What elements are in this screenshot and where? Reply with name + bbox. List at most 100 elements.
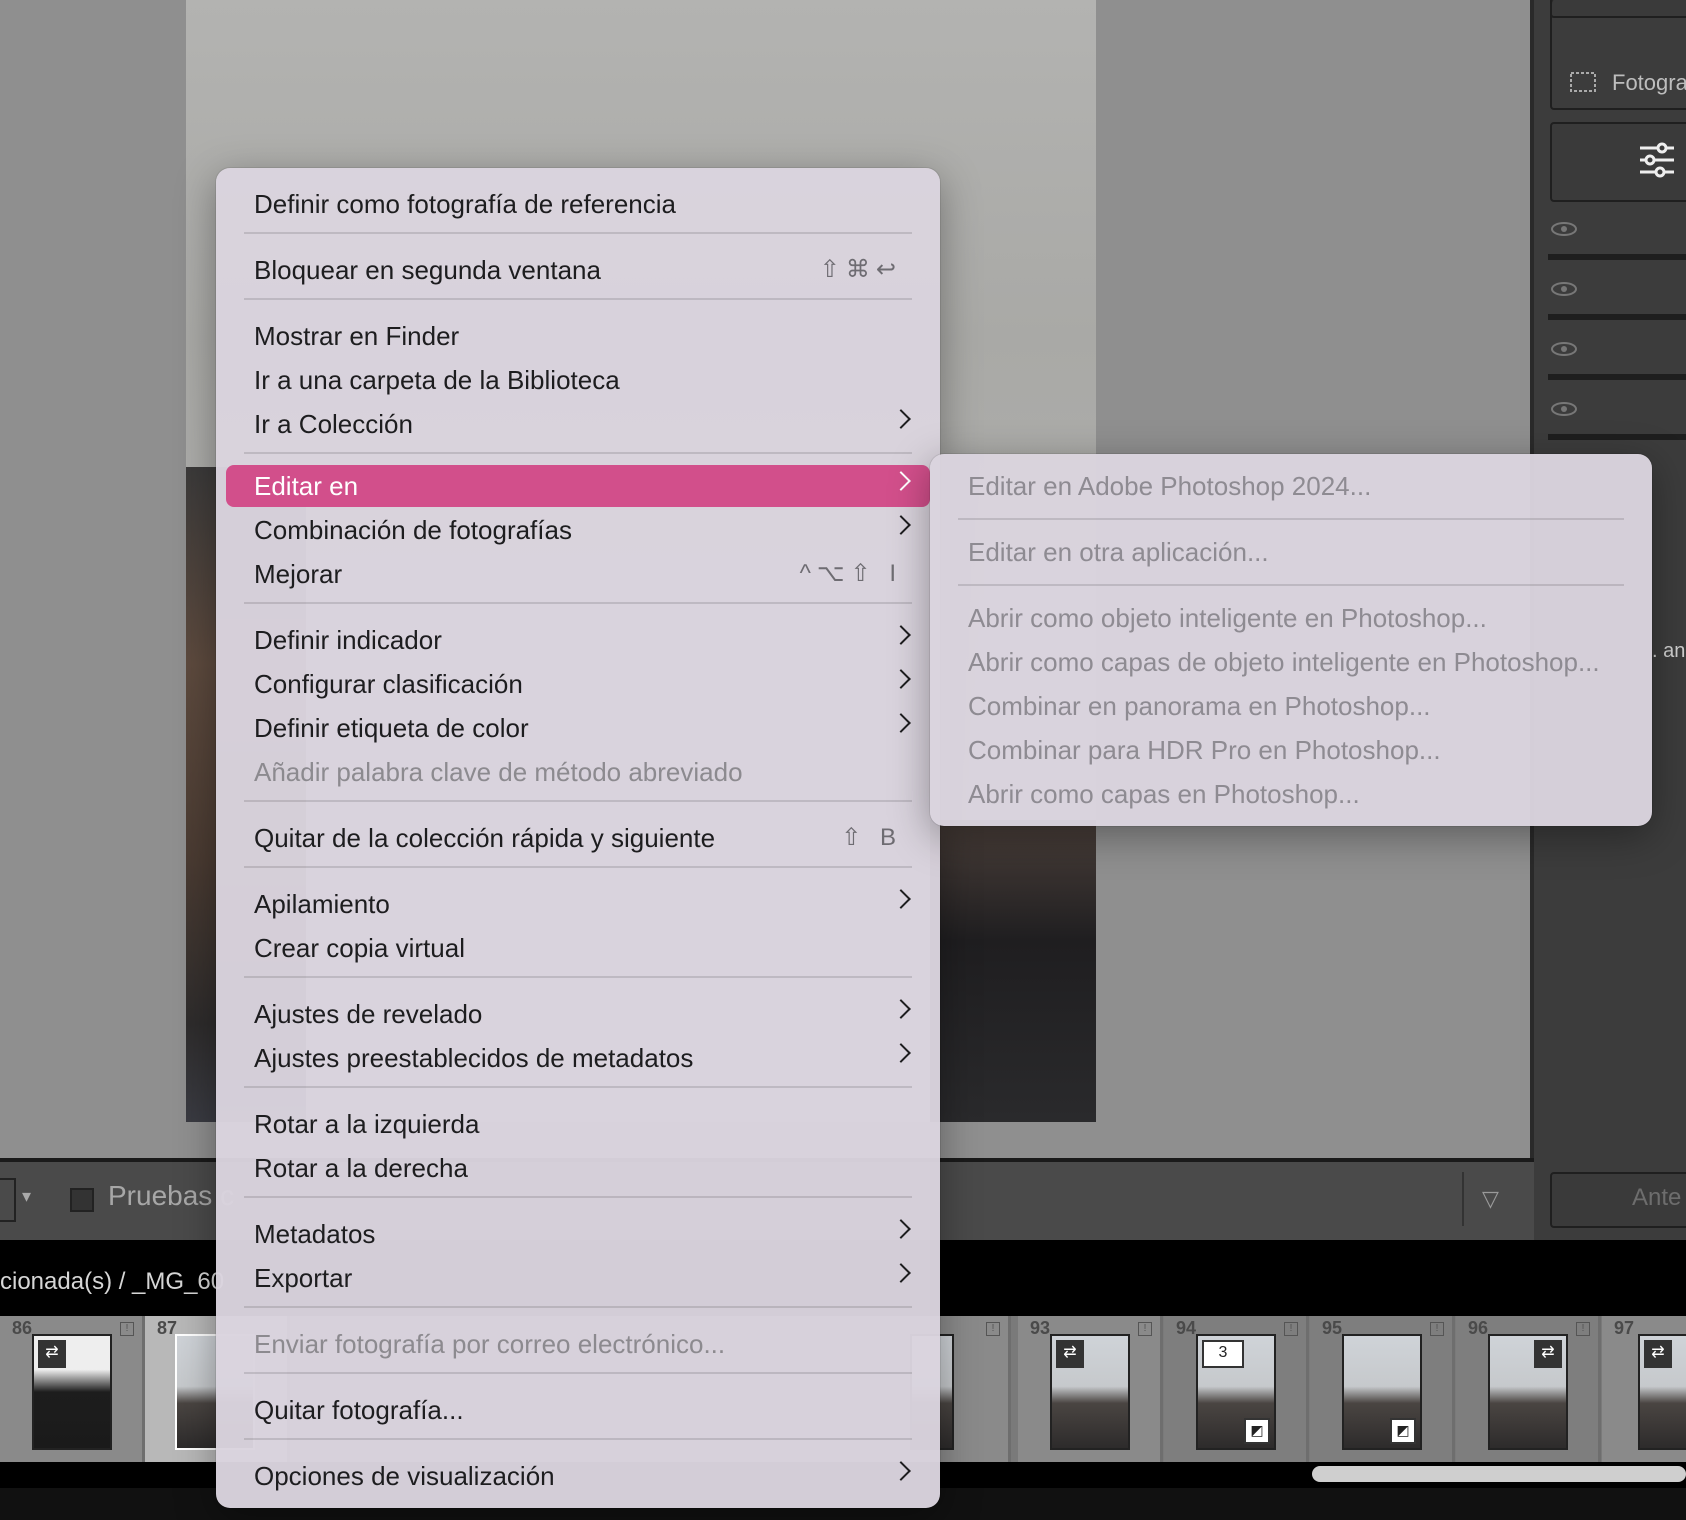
filmstrip-cell[interactable]: 86 ! ⇄ [0, 1316, 145, 1462]
flag-icon: ! [1430, 1322, 1444, 1336]
chevron-right-icon [891, 999, 911, 1019]
menu-item-label: Abrir como capas de objeto inteligente e… [968, 647, 1600, 677]
menu-item-go-to-folder[interactable]: Ir a una carpeta de la Biblioteca [226, 359, 930, 401]
eye-icon[interactable] [1550, 402, 1578, 416]
filmstrip-cell[interactable]: 93 ! ⇄ [1018, 1316, 1163, 1462]
flag-icon: ! [1576, 1322, 1590, 1336]
menu-item-photo-merge[interactable]: Combinación de fotografías [226, 509, 930, 551]
menu-item-metadata[interactable]: Metadatos [226, 1213, 930, 1255]
menu-item-rotate-left[interactable]: Rotar a la izquierda [226, 1103, 930, 1145]
thumbnail[interactable]: ⇄ [1638, 1334, 1686, 1450]
menu-separator [244, 602, 912, 604]
panel-before-button[interactable]: Ante [1550, 1172, 1686, 1228]
filmstrip-cell[interactable]: 96 ! ⇄ [1456, 1316, 1601, 1462]
menu-separator [244, 1306, 912, 1308]
menu-item-set-reference[interactable]: Definir como fotografía de referencia [226, 183, 930, 225]
menu-item-stacking[interactable]: Apilamiento [226, 883, 930, 925]
sliders-icon[interactable] [1638, 140, 1676, 180]
menu-item-label: Combinar para HDR Pro en Photoshop... [968, 735, 1441, 765]
menu-item-metadata-presets[interactable]: Ajustes preestablecidos de metadatos [226, 1037, 930, 1079]
chevron-right-icon [891, 515, 911, 535]
panel-section-photo: Fotografía [1550, 0, 1686, 110]
menu-item-label: Metadatos [254, 1219, 376, 1249]
menu-item-label: Mejorar [254, 559, 343, 589]
filmstrip-path[interactable]: cionada(s) / _MG_60 [0, 1268, 224, 1296]
menu-item-show-in-finder[interactable]: Mostrar en Finder [226, 315, 930, 357]
panel-adjust-box[interactable] [1550, 122, 1686, 202]
thumbnail[interactable]: ⇄ [1488, 1334, 1568, 1450]
submenu-item-smart-object: Abrir como objeto inteligente en Photosh… [940, 597, 1642, 639]
menu-item-label: Apilamiento [254, 889, 390, 919]
toolbar-divider [1462, 1172, 1464, 1226]
menu-item-label: Editar en [254, 471, 359, 501]
menu-separator [244, 800, 912, 802]
chevron-right-icon [891, 669, 911, 689]
menu-item-virtual-copy[interactable]: Crear copia virtual [226, 927, 930, 969]
view-mode-button[interactable] [0, 1178, 16, 1222]
menu-item-label: Ajustes preestablecidos de metadatos [254, 1043, 694, 1073]
submenu-item-edit-other-app: Editar en otra aplicación... [940, 531, 1642, 573]
filmstrip-cell[interactable]: 95 ! ◩ [1310, 1316, 1455, 1462]
menu-item-set-color-label[interactable]: Definir etiqueta de color [226, 707, 930, 749]
menu-separator [244, 866, 912, 868]
chevron-right-icon [891, 1461, 911, 1481]
menu-separator [244, 452, 912, 454]
menu-item-lock-second-window[interactable]: Bloquear en segunda ventana ⇧⌘↩ [226, 249, 930, 291]
menu-item-enhance[interactable]: Mejorar ^⌥⇧ I [226, 553, 930, 595]
menu-separator [958, 584, 1624, 586]
menu-item-export[interactable]: Exportar [226, 1257, 930, 1299]
context-menu: Definir como fotografía de referencia Bl… [216, 168, 940, 1508]
menu-item-label: Mostrar en Finder [254, 321, 460, 351]
swap-icon: ⇄ [1056, 1340, 1084, 1368]
submenu-item-open-as-layers: Abrir como capas en Photoshop... [940, 773, 1642, 815]
menu-item-label: Rotar a la derecha [254, 1153, 468, 1183]
menu-item-go-to-collection[interactable]: Ir a Colección [226, 403, 930, 445]
thumbnail[interactable]: ⇄ [1050, 1334, 1130, 1450]
eye-icon[interactable] [1550, 282, 1578, 296]
stack-count-badge: 3 [1202, 1340, 1244, 1368]
scrollbar-thumb[interactable] [1312, 1466, 1686, 1482]
submenu-item-panorama: Combinar en panorama en Photoshop... [940, 685, 1642, 727]
cell-number: 95 [1322, 1318, 1343, 1338]
eye-icon[interactable] [1550, 342, 1578, 356]
soft-proof-checkbox[interactable] [70, 1188, 94, 1212]
menu-item-develop-settings[interactable]: Ajustes de revelado [226, 993, 930, 1035]
chevron-down-icon[interactable]: ▾ [22, 1186, 31, 1207]
chevron-right-icon [891, 889, 911, 909]
menu-item-label: Editar en otra aplicación... [968, 537, 1269, 567]
menu-item-view-options[interactable]: Opciones de visualización [226, 1455, 930, 1497]
panel-photo-label: Fotografía [1612, 70, 1686, 95]
menu-item-set-flag[interactable]: Definir indicador [226, 619, 930, 661]
panel-partial-text: . an [1652, 640, 1686, 662]
menu-item-label: Exportar [254, 1263, 353, 1293]
thumbnail[interactable]: ⇄ [32, 1334, 112, 1450]
menu-separator [244, 298, 912, 300]
swap-icon: ⇄ [1644, 1340, 1672, 1368]
chevron-right-icon [891, 409, 911, 429]
menu-item-shortcut: ⇧⌘↩ [819, 256, 902, 283]
thumbnail[interactable]: ◩ [1342, 1334, 1422, 1450]
menu-item-label: Definir etiqueta de color [254, 713, 529, 743]
toolbar-menu-icon[interactable]: ▽ [1482, 1186, 1499, 1212]
menu-item-label: Rotar a la izquierda [254, 1109, 480, 1139]
menu-item-label: Bloquear en segunda ventana [254, 255, 601, 285]
thumbnail[interactable]: 3 ◩ [1196, 1334, 1276, 1450]
chevron-right-icon [891, 625, 911, 645]
flag-icon: ! [1284, 1322, 1298, 1336]
menu-item-rotate-right[interactable]: Rotar a la derecha [226, 1147, 930, 1189]
chevron-right-icon [891, 471, 911, 491]
menu-item-label: Ajustes de revelado [254, 999, 483, 1029]
filmstrip-cell[interactable]: 94 ! 3 ◩ [1164, 1316, 1309, 1462]
eye-icon[interactable] [1550, 222, 1578, 236]
filmstrip-cell[interactable]: 97 ⇄ [1602, 1316, 1686, 1462]
menu-item-set-rating[interactable]: Configurar clasificación [226, 663, 930, 705]
submenu-item-edit-photoshop: Editar en Adobe Photoshop 2024... [940, 465, 1642, 507]
menu-item-remove-quick-collection[interactable]: Quitar de la colección rápida y siguient… [226, 817, 930, 859]
menu-item-label: Ir a Colección [254, 409, 413, 439]
menu-item-label: Ir a una carpeta de la Biblioteca [254, 365, 620, 395]
panel-divider [1548, 254, 1686, 260]
menu-item-remove-photo[interactable]: Quitar fotografía... [226, 1389, 930, 1431]
develop-adjusted-icon: ◩ [1244, 1418, 1270, 1444]
menu-item-edit-in[interactable]: Editar en [226, 465, 930, 507]
flag-icon: ! [120, 1322, 134, 1336]
